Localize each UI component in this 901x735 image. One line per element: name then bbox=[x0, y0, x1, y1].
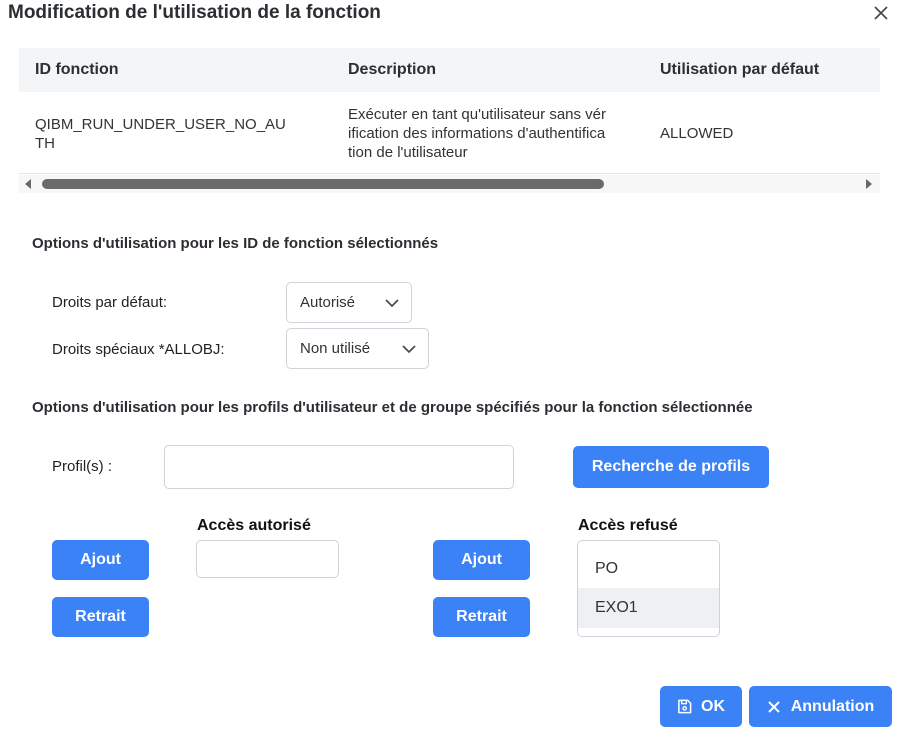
header-id[interactable]: ID fonction bbox=[35, 61, 119, 79]
cell-function-id: QIBM_RUN_UNDER_USER_NO_AU TH bbox=[35, 116, 286, 152]
allowed-access-title: Accès autorisé bbox=[197, 517, 311, 534]
scroll-left-icon[interactable] bbox=[25, 179, 31, 189]
chevron-down-icon bbox=[385, 299, 399, 308]
save-icon bbox=[678, 699, 692, 714]
profile-input[interactable] bbox=[164, 445, 514, 489]
allowed-access-input[interactable] bbox=[196, 540, 339, 578]
denied-access-list[interactable]: PO EXO1 bbox=[577, 540, 720, 637]
scroll-right-icon[interactable] bbox=[866, 179, 872, 189]
profile-label: Profil(s) : bbox=[52, 458, 112, 475]
allobj-label: Droits spéciaux *ALLOBJ: bbox=[52, 341, 225, 358]
default-rights-select[interactable]: Autorisé bbox=[286, 282, 412, 323]
remove-allowed-button[interactable]: Retrait bbox=[52, 597, 149, 637]
close-button[interactable] bbox=[870, 2, 892, 24]
allobj-select[interactable]: Non utilisé bbox=[286, 328, 429, 369]
cancel-button[interactable]: Annulation bbox=[749, 686, 892, 727]
chevron-down-icon bbox=[402, 345, 416, 354]
table-header: ID fonction Description Utilisation par … bbox=[19, 48, 880, 92]
header-description[interactable]: Description bbox=[348, 61, 436, 79]
add-allowed-button[interactable]: Ajout bbox=[52, 540, 149, 580]
close-icon bbox=[874, 6, 888, 20]
remove-denied-button[interactable]: Retrait bbox=[433, 597, 530, 637]
add-denied-button[interactable]: Ajout bbox=[433, 540, 530, 580]
list-item[interactable]: PO bbox=[578, 549, 719, 589]
list-item[interactable]: EXO1 bbox=[578, 588, 719, 628]
function-table: ID fonction Description Utilisation par … bbox=[19, 48, 880, 174]
scrollbar-thumb[interactable] bbox=[42, 179, 604, 189]
default-rights-label: Droits par défaut: bbox=[52, 294, 168, 311]
close-icon bbox=[768, 701, 780, 713]
ok-button[interactable]: OK bbox=[660, 686, 742, 727]
table-row[interactable]: QIBM_RUN_UNDER_USER_NO_AU TH Exécuter en… bbox=[19, 92, 880, 174]
cell-description: Exécuter en tant qu'utilisateur sans vér… bbox=[348, 106, 607, 161]
profile-options-title: Options d'utilisation pour les profils d… bbox=[32, 399, 753, 416]
cell-default-usage: ALLOWED bbox=[660, 125, 734, 142]
page-title: Modification de l'utilisation de la fonc… bbox=[8, 2, 381, 23]
denied-access-title: Accès refusé bbox=[578, 517, 678, 534]
function-options-title: Options d'utilisation pour les ID de fon… bbox=[32, 235, 439, 252]
header-default-usage[interactable]: Utilisation par défaut bbox=[660, 61, 819, 79]
search-profiles-button[interactable]: Recherche de profils bbox=[573, 446, 769, 488]
horizontal-scrollbar[interactable] bbox=[19, 175, 880, 193]
